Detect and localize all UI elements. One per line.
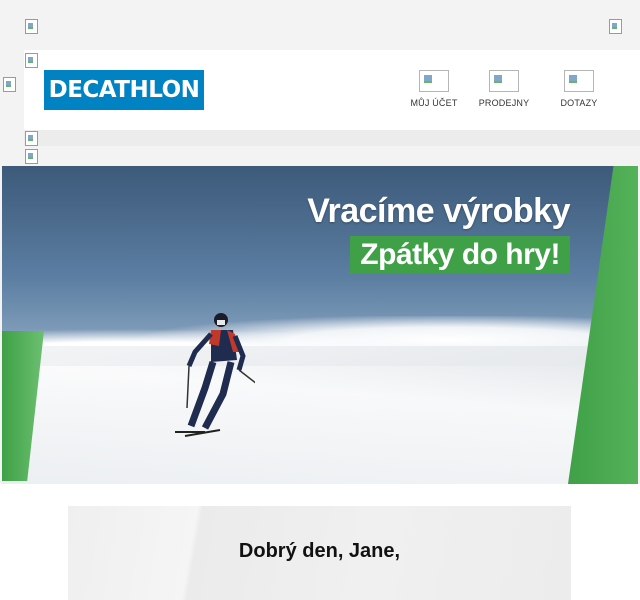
broken-image-icon xyxy=(24,130,38,146)
nav-my-account[interactable]: MŮJ ÚČET xyxy=(399,70,469,108)
broken-image-icon xyxy=(2,76,16,92)
nav-stores[interactable]: PRODEJNY xyxy=(469,70,539,108)
broken-image-icon xyxy=(608,18,622,34)
greeting-text: Dobrý den, Jane, xyxy=(238,540,401,562)
skier-figure xyxy=(175,313,255,437)
broken-image-icon xyxy=(24,52,38,68)
nav-help[interactable]: DOTAZY xyxy=(544,70,614,108)
decathlon-logo[interactable]: DECATHLON xyxy=(44,70,204,110)
nav-label: PRODEJNY xyxy=(478,98,530,108)
nav-label: MŮJ ÚČET xyxy=(410,98,458,108)
header-divider xyxy=(24,130,640,146)
hero-subheadline: Zpátky do hry! xyxy=(350,236,570,274)
nav-label: DOTAZY xyxy=(560,98,598,108)
account-icon xyxy=(419,70,449,92)
hero-slope xyxy=(2,366,638,484)
broken-image-icon xyxy=(24,148,38,164)
hero-headline: Vracíme výrobky xyxy=(307,192,570,230)
store-icon xyxy=(489,70,519,92)
broken-image-icon xyxy=(24,18,38,34)
help-icon xyxy=(564,70,594,92)
